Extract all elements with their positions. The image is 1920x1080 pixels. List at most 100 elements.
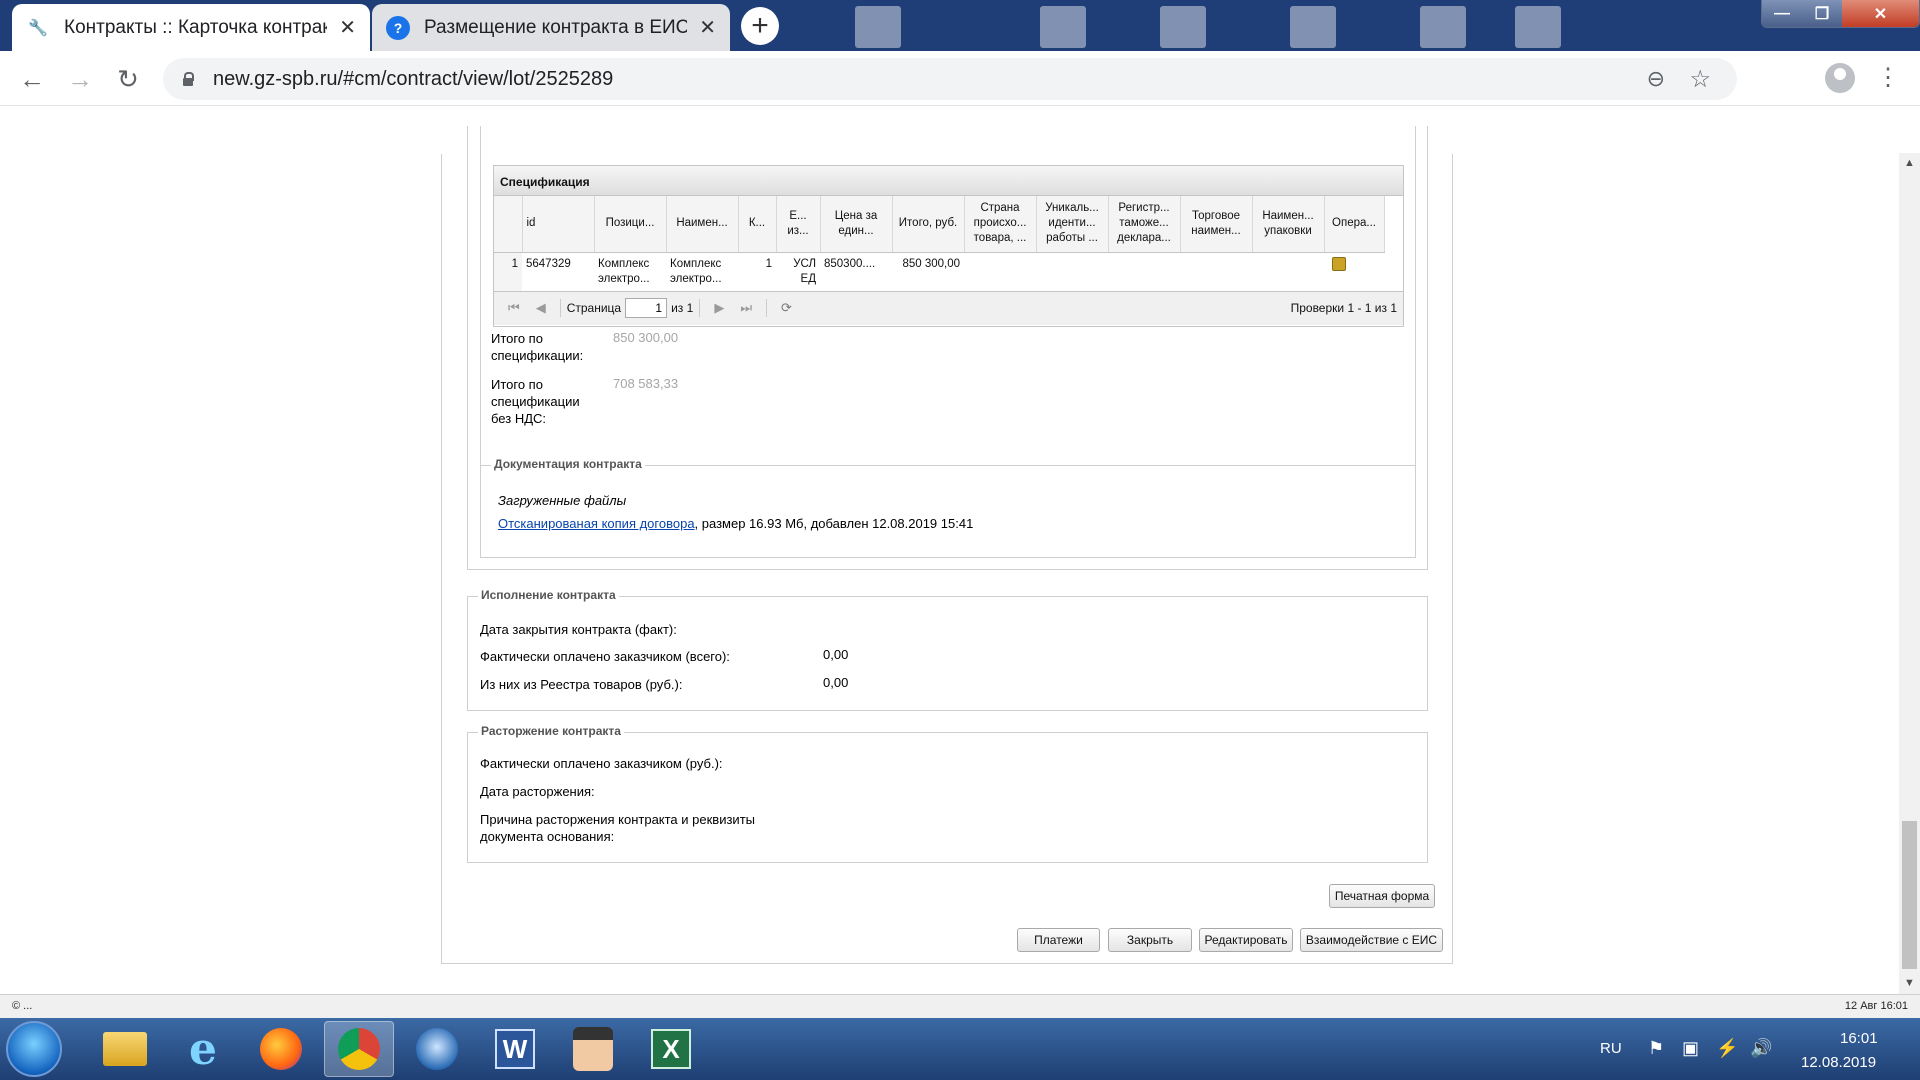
desktop-icon-bg (855, 6, 901, 48)
termination-fieldset: Расторжение контракта Фактически оплачен… (467, 724, 1428, 863)
start-button[interactable] (6, 1021, 62, 1077)
column-header[interactable] (494, 196, 523, 253)
first-page-icon[interactable]: ⏮ (508, 300, 520, 316)
menu-dots-icon[interactable]: ⋮ (1876, 63, 1900, 92)
next-page-icon[interactable]: ▶ (714, 300, 724, 316)
vertical-scrollbar[interactable]: ▲ ▼ (1899, 153, 1920, 994)
close-icon[interactable]: ✕ (339, 15, 356, 40)
reload-icon[interactable]: ↻ (110, 61, 146, 97)
eis-interaction-button[interactable]: Взаимодействие с ЕИС (1300, 928, 1443, 952)
last-page-icon[interactable]: ⏭ (740, 300, 752, 316)
desktop-icon-bg (1420, 6, 1466, 48)
divider (559, 299, 561, 317)
forward-arrow-icon[interactable]: → (62, 61, 98, 97)
cell-id: 5647329 (526, 257, 571, 270)
page-input[interactable] (625, 298, 668, 318)
divider (766, 299, 768, 317)
cell-package (1252, 252, 1324, 291)
total-value: 850 300,00 (613, 330, 679, 345)
header-row: id Позици... Наимен... К... Е... из... Ц… (494, 196, 1385, 253)
edit-button[interactable]: Редактировать (1199, 928, 1293, 952)
scroll-icon[interactable] (1332, 256, 1346, 271)
documentation-legend: Документация контракта (491, 457, 645, 471)
cell-unit: УСЛ ЕД (793, 257, 816, 285)
cell-unique (1036, 252, 1108, 291)
file-link[interactable]: Отсканированая копия договора (498, 516, 695, 531)
column-header[interactable]: Цена за един... (820, 196, 893, 253)
flag-icon[interactable]: ⚑ (1648, 1038, 1664, 1059)
browser-toolbar: ← → ↻ new.gz-spb.ru/#cm/contract/view/lo… (0, 51, 1920, 106)
paid-total-label: Фактически оплачено заказчиком (всего): (480, 649, 730, 664)
prev-page-icon[interactable]: ◀ (536, 300, 546, 316)
new-tab-button[interactable]: + (741, 7, 779, 45)
column-header[interactable]: Наимен... (666, 196, 739, 253)
close-window-button[interactable]: ✕ (1842, 0, 1919, 27)
clock-date[interactable]: 12.08.2019 (1801, 1054, 1876, 1071)
scroll-up-icon[interactable]: ▲ (1904, 157, 1915, 169)
cell-trade (1180, 252, 1252, 291)
desktop-icon-bg (1515, 6, 1561, 48)
documentation-fieldset: Документация контракта Загруженные файлы… (480, 457, 1416, 558)
column-header[interactable]: К... (738, 196, 777, 253)
address-bar[interactable]: new.gz-spb.ru/#cm/contract/view/lot/2525… (163, 58, 1737, 100)
column-header[interactable]: Е... из... (776, 196, 821, 253)
page-content: Спецификация id Позици... Наимен... К...… (0, 106, 1899, 994)
close-button[interactable]: Закрыть (1108, 928, 1192, 952)
scrollbar-thumb[interactable] (1902, 821, 1917, 969)
system-tray: RU ⚑ ▣ ⚡ 🔊 16:01 12.08.2019 (1590, 1018, 1920, 1080)
close-date-label: Дата закрытия контракта (факт): (480, 622, 677, 637)
scroll-down-icon[interactable]: ▼ (1904, 977, 1915, 989)
column-header[interactable]: Наимен... упаковки (1252, 196, 1325, 253)
ie-icon[interactable]: e (168, 1021, 238, 1077)
paid-total-value: 0,00 (823, 647, 849, 662)
explorer-icon[interactable] (90, 1021, 160, 1077)
column-header[interactable]: Позици... (594, 196, 667, 253)
desktop-icon-bg (1290, 6, 1336, 48)
column-header[interactable]: Уникаль... иденти... работы ... (1036, 196, 1109, 253)
refresh-icon[interactable]: ⟳ (781, 300, 792, 316)
cell-total: 850 300,00 (902, 257, 960, 270)
cell-customs (1108, 252, 1180, 291)
column-header[interactable]: Опера... (1324, 196, 1385, 253)
print-form-button[interactable]: Печатная форма (1329, 884, 1435, 908)
thunderbird-icon[interactable] (402, 1021, 472, 1077)
network-icon[interactable]: ▣ (1682, 1038, 1699, 1059)
cell-position: Комплекс электро... (598, 257, 650, 285)
divider (699, 299, 701, 317)
column-header[interactable]: Торговое наимен... (1180, 196, 1253, 253)
column-header[interactable]: Итого, руб. (892, 196, 965, 253)
profile-avatar-icon[interactable] (1825, 63, 1855, 93)
tab-contracts[interactable]: 🔧 Контракты :: Карточка контракт ✕ (12, 4, 370, 51)
column-header[interactable]: Регистр... таможе... деклара... (1108, 196, 1181, 253)
cell-price: 850300.... (824, 257, 876, 270)
volume-icon[interactable]: 🔊 (1750, 1038, 1772, 1059)
payments-button[interactable]: Платежи (1017, 928, 1100, 952)
maximize-button[interactable]: ❐ (1802, 0, 1842, 27)
column-header[interactable]: Страна происхо... товара, ... (964, 196, 1037, 253)
tab-eis[interactable]: ? Размещение контракта в ЕИС | ✕ (372, 4, 730, 51)
window-controls: — ❐ ✕ (1761, 0, 1920, 28)
word-icon[interactable]: W (480, 1021, 550, 1077)
desktop-icon-bg (1040, 6, 1086, 48)
zoom-icon[interactable]: ⊖ (1647, 66, 1665, 92)
execution-fieldset: Исполнение контракта Дата закрытия контр… (467, 588, 1428, 711)
power-icon[interactable]: ⚡ (1716, 1038, 1738, 1059)
desktop-icon-bg (1160, 6, 1206, 48)
star-icon[interactable]: ☆ (1689, 65, 1711, 94)
chrome-icon[interactable] (324, 1021, 394, 1077)
back-arrow-icon[interactable]: ← (14, 61, 50, 97)
minimize-button[interactable]: — (1762, 0, 1802, 27)
table-row[interactable]: 1 5647329 Комплекс электро... Комплекс э… (494, 252, 1384, 291)
taskbar: e W X RU ⚑ ▣ ⚡ 🔊 16:01 12.08.2019 (0, 1018, 1920, 1080)
firefox-icon[interactable] (246, 1021, 316, 1077)
url-text[interactable]: new.gz-spb.ru/#cm/contract/view/lot/2525… (213, 68, 613, 91)
excel-icon[interactable]: X (636, 1021, 706, 1077)
pager-info: Проверки 1 - 1 из 1 (1290, 301, 1397, 315)
close-icon[interactable]: ✕ (699, 15, 716, 40)
language-indicator[interactable]: RU (1600, 1040, 1622, 1057)
termination-reason-label: Причина расторжения контракта и реквизит… (480, 812, 755, 844)
professor-icon[interactable] (558, 1021, 628, 1077)
specification-grid: Спецификация id Позици... Наимен... К...… (493, 165, 1404, 327)
clock-time[interactable]: 16:01 (1840, 1030, 1878, 1047)
column-header[interactable]: id (522, 196, 595, 253)
